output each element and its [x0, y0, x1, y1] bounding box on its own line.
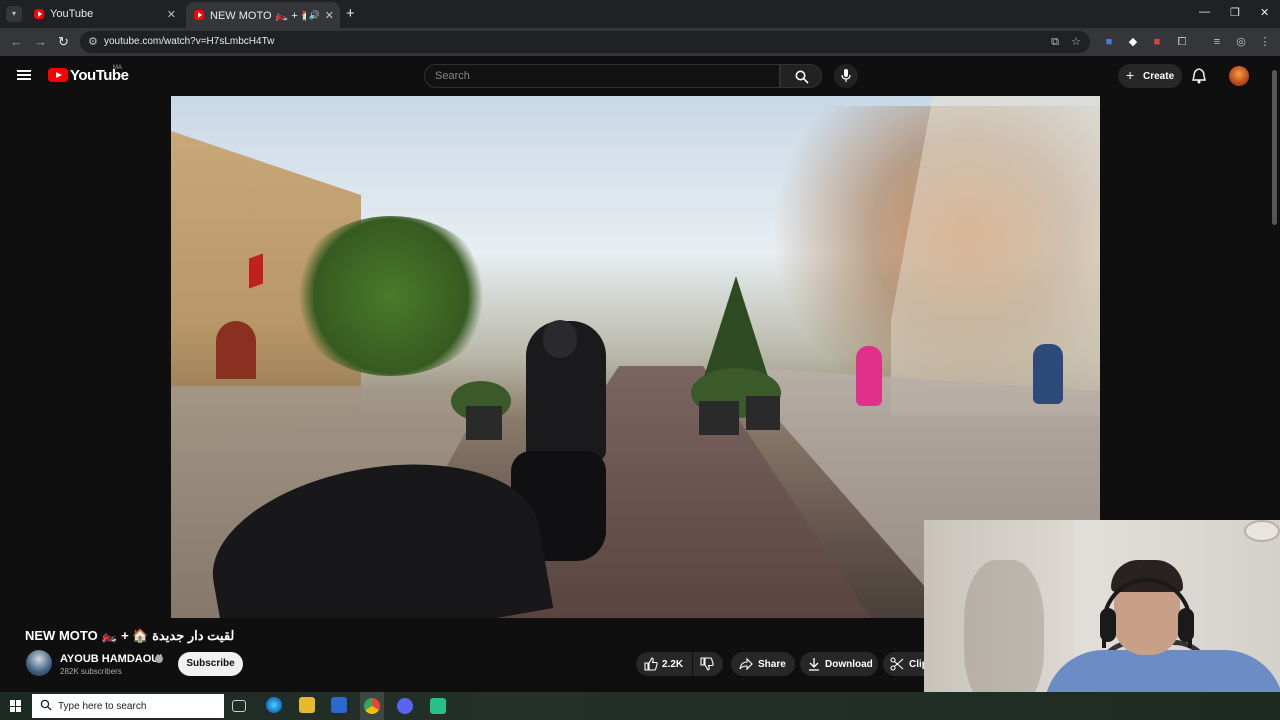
search-placeholder: Search	[435, 70, 470, 82]
tab-youtube[interactable]: YouTube ✕	[26, 4, 182, 24]
edge-browser-icon[interactable]	[266, 697, 282, 713]
webcam-shadow	[964, 560, 1044, 710]
youtube-header: YouTube MA Search + Create	[0, 56, 1280, 96]
address-bar[interactable]: ⚙ youtube.com/watch?v=H7sLmbcH4Tw	[80, 31, 1090, 53]
restore-icon[interactable]: ❐	[1230, 6, 1240, 19]
youtube-favicon-icon	[194, 10, 204, 20]
webcam-headset-cup	[1178, 608, 1194, 642]
extensions-puzzle-icon[interactable]: ⧠	[1175, 35, 1189, 49]
webcam-headset-cup	[1100, 608, 1116, 642]
download-button[interactable]: Download	[800, 652, 878, 676]
tab-active-video[interactable]: NEW MOTO 🏍️ + 🏠 لقيت دار جديدة 🔊 ✕	[186, 2, 340, 28]
url-text: youtube.com/watch?v=H7sLmbcH4Tw	[104, 36, 275, 47]
reload-icon[interactable]: ↻	[58, 34, 69, 50]
install-app-icon[interactable]: ⧉	[1048, 35, 1062, 49]
file-explorer-icon[interactable]	[299, 697, 315, 713]
voice-search-button[interactable]	[834, 64, 858, 88]
search-input[interactable]: Search	[424, 64, 780, 88]
subscribe-button[interactable]: Subscribe	[178, 652, 243, 676]
bookmark-star-icon[interactable]: ☆	[1069, 35, 1083, 49]
profile-icon[interactable]: ◎	[1234, 35, 1248, 49]
browser-toolbar: ← → ↻ ⚙ youtube.com/watch?v=H7sLmbcH4Tw …	[0, 28, 1280, 56]
share-label: Share	[758, 659, 786, 670]
country-code: MA	[113, 65, 122, 71]
media-control-icon[interactable]: ≡	[1210, 35, 1224, 49]
audio-playing-icon[interactable]: 🔊	[309, 10, 320, 21]
download-label: Download	[825, 659, 873, 670]
back-icon[interactable]: ←	[10, 34, 23, 49]
verified-badge-icon	[155, 655, 163, 663]
search-icon	[795, 70, 809, 84]
site-info-icon[interactable]: ⚙	[88, 35, 98, 48]
scissors-icon	[890, 657, 904, 671]
download-icon	[809, 658, 819, 671]
thumbs-up-icon	[644, 657, 658, 671]
app-green-icon[interactable]	[430, 698, 446, 714]
extension-diamond-icon[interactable]: ◆	[1126, 35, 1140, 49]
discord-icon[interactable]	[397, 698, 413, 714]
video-frame-pedestrian	[856, 346, 882, 406]
microsoft-store-icon[interactable]	[331, 697, 347, 713]
clip-button[interactable]: Clip	[883, 652, 924, 676]
create-button[interactable]: + Create	[1118, 64, 1182, 88]
close-tab-icon[interactable]: ✕	[325, 9, 334, 22]
guide-menu-icon[interactable]	[17, 70, 31, 80]
tab-search-button[interactable]: ▾	[6, 6, 22, 22]
close-window-icon[interactable]: ✕	[1260, 6, 1269, 19]
like-count: 2.2K	[662, 659, 684, 670]
video-frame-flag	[249, 253, 263, 289]
chrome-icon[interactable]	[364, 698, 380, 714]
menu-kebab-icon[interactable]: ⋮	[1258, 35, 1272, 49]
taskbar-search-placeholder: Type here to search	[58, 701, 147, 712]
minimize-icon[interactable]: —	[1199, 6, 1210, 18]
webcam-ceiling-lamp	[1244, 520, 1280, 542]
thumbs-down-icon	[700, 657, 714, 671]
video-frame-door	[216, 321, 256, 379]
share-arrow-icon	[739, 657, 753, 671]
like-button[interactable]: 2.2K	[636, 652, 692, 676]
translate-extension-icon[interactable]: ■	[1102, 35, 1116, 49]
task-view-icon[interactable]	[232, 700, 246, 712]
plus-icon: +	[1126, 67, 1135, 83]
clip-label: Clip	[909, 659, 924, 670]
video-frame-planter	[746, 396, 780, 430]
video-frame-helmet	[543, 320, 577, 358]
video-title: NEW MOTO 🏍️ + 🏠 لقيت دار جديدة	[25, 628, 235, 643]
windows-taskbar: Type here to search	[0, 692, 1280, 720]
windows-start-icon[interactable]	[10, 700, 22, 712]
search-button[interactable]	[780, 64, 822, 88]
microphone-icon	[841, 69, 851, 82]
webcam-overlay	[924, 520, 1280, 720]
channel-name[interactable]: AYOUB HAMDAOUI	[60, 653, 162, 665]
youtube-logo-icon[interactable]	[48, 68, 68, 82]
extension-red-icon[interactable]: ■	[1150, 35, 1164, 49]
browser-tab-strip: ▾ YouTube ✕ NEW MOTO 🏍️ + 🏠 لقيت دار جدي…	[0, 0, 1280, 28]
tab-title: YouTube	[50, 8, 94, 20]
channel-avatar[interactable]	[26, 650, 52, 676]
page-scrollbar[interactable]	[1272, 70, 1277, 225]
video-frame-pedestrian	[1033, 344, 1063, 404]
forward-icon[interactable]: →	[34, 34, 47, 49]
account-avatar[interactable]	[1229, 66, 1249, 86]
video-frame-planter	[699, 401, 739, 435]
new-tab-icon[interactable]: +	[346, 5, 355, 22]
video-frame-planter	[466, 406, 502, 440]
tab-title: NEW MOTO 🏍️ + 🏠 لقيت دار جديدة	[210, 9, 306, 22]
search-icon	[40, 699, 52, 711]
subscriber-count: 282K subscribers	[60, 667, 122, 676]
notifications-bell-icon[interactable]	[1192, 68, 1206, 84]
youtube-favicon-icon	[34, 9, 44, 19]
dislike-button[interactable]	[693, 652, 723, 676]
share-button[interactable]: Share	[731, 652, 795, 676]
taskbar-search-input[interactable]: Type here to search	[32, 694, 224, 718]
create-label: Create	[1143, 71, 1175, 82]
close-tab-icon[interactable]: ✕	[167, 8, 176, 21]
video-frame-tree	[291, 216, 491, 376]
